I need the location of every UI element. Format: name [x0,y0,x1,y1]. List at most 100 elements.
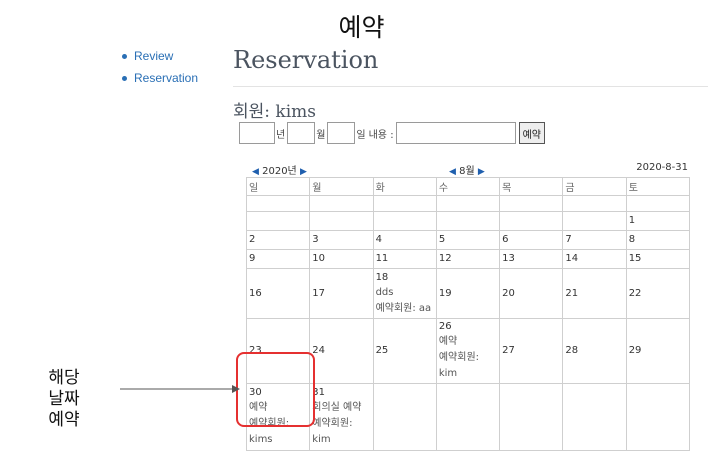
reservation-content[interactable]: dds [376,285,434,301]
day-number: 17 [312,287,326,299]
day-cell[interactable]: 20 [499,268,564,319]
reservation-content[interactable]: 회의실 예약 [312,400,370,416]
empty-cell [435,383,501,451]
day-cell[interactable]: 28 [562,318,627,384]
weekday-header: 금 [562,177,627,196]
day-cell[interactable]: 7 [562,230,627,250]
day-number: 11 [375,253,389,264]
day-cell[interactable]: 26 예약 예약회원: kim [435,318,501,384]
calendar-week: 16 17 18 dds 예약회원: aa 19 20 21 22 [245,268,691,319]
weekday-header: 월 [309,177,374,196]
side-nav: Review Reservation [120,48,198,92]
day-number: 18 [375,271,389,283]
day-number: 31 [312,387,326,398]
review-link[interactable]: Review [134,49,173,63]
day-input[interactable] [327,122,356,144]
day-number: 28 [565,345,579,356]
calendar-week [245,195,691,212]
day-number: 22 [628,287,642,299]
today-date: 2020-8-31 [636,162,688,173]
next-month-icon[interactable]: ▶ [478,167,485,177]
year-nav: ◀ 2020년 ▶ [252,162,307,177]
day-number: 10 [312,253,326,264]
empty-cell [499,195,564,212]
day-cell[interactable]: 17 [309,268,374,319]
empty-cell [372,195,437,212]
content-input[interactable] [395,122,516,144]
day-cell[interactable]: 22 [625,268,691,319]
day-cell[interactable]: 13 [499,249,564,269]
day-cell[interactable]: 8 [625,230,691,250]
empty-cell [309,195,374,212]
member-line: 회원: kims [233,102,316,122]
day-cell[interactable]: 21 [562,268,627,319]
weekday-header: 목 [499,177,564,196]
day-cell[interactable]: 6 [499,230,564,250]
day-cell[interactable]: 1 [625,211,691,231]
year-input[interactable] [239,122,275,144]
reservation-form: 년 월 일 내용 : 예약 [239,122,545,144]
day-cell[interactable]: 2 [245,230,311,250]
empty-cell [499,383,564,451]
day-cell[interactable]: 27 [499,318,564,384]
empty-cell [562,195,627,212]
day-cell[interactable]: 19 [435,268,501,319]
day-number: 15 [628,253,642,264]
day-cell[interactable]: 25 [372,318,437,384]
empty-cell [309,211,374,231]
highlight-box [236,352,315,427]
day-cell[interactable]: 4 [372,230,437,250]
day-number: 21 [565,287,579,299]
day-number: 2 [249,234,256,245]
day-cell[interactable]: 29 [625,318,691,384]
empty-cell [372,211,437,231]
empty-cell [245,195,311,212]
day-cell[interactable]: 5 [435,230,501,250]
empty-cell [562,211,627,231]
day-cell[interactable]: 10 [309,249,374,269]
day-cell[interactable]: 15 [625,249,691,269]
day-number: 9 [249,253,256,264]
day-cell[interactable]: 12 [435,249,501,269]
day-number: 8 [628,234,636,245]
month-label: 8월 [459,166,475,177]
day-number: 13 [502,253,515,264]
day-cell[interactable]: 24 [309,318,374,384]
day-number: 12 [438,253,452,264]
day-number: 16 [249,287,262,299]
weekday-row: 일 월 화 수 목 금 토 [245,177,691,196]
day-cell[interactable]: 16 [245,268,311,319]
day-cell[interactable]: 3 [309,230,374,250]
reservation-link[interactable]: Reservation [134,71,198,85]
prev-month-icon[interactable]: ◀ [449,167,456,177]
day-number: 5 [438,234,446,245]
day-number: 4 [375,234,382,245]
month-unit-label: 월 [316,129,326,141]
empty-cell [435,211,501,231]
day-number: 6 [502,234,509,245]
day-cell[interactable]: 11 [372,249,437,269]
day-unit-label: 일 [356,129,366,141]
day-cell[interactable]: 14 [562,249,627,269]
prev-year-icon[interactable]: ◀ [252,167,259,177]
day-number: 25 [375,345,389,356]
reserve-button[interactable]: 예약 [518,122,545,144]
reservation-content[interactable]: 예약 [439,334,497,350]
weekday-header: 화 [372,177,437,196]
empty-cell [625,195,691,212]
next-year-icon[interactable]: ▶ [300,167,307,177]
day-number: 1 [628,215,636,226]
day-number: 26 [438,321,452,332]
title-divider [233,86,708,87]
day-cell[interactable]: 9 [245,249,311,269]
empty-cell [499,211,564,231]
day-number: 20 [502,287,515,299]
day-cell[interactable]: 31 회의실 예약 예약회원: kim [309,383,374,451]
reservation-member: 예약회원: kim [438,352,480,379]
day-cell[interactable]: 18 dds 예약회원: aa [372,268,437,319]
month-input[interactable] [287,122,316,144]
empty-cell [625,383,691,451]
day-number: 24 [312,345,326,356]
month-nav: ◀ 8월 ▶ [449,162,485,177]
weekday-header: 수 [435,177,501,196]
